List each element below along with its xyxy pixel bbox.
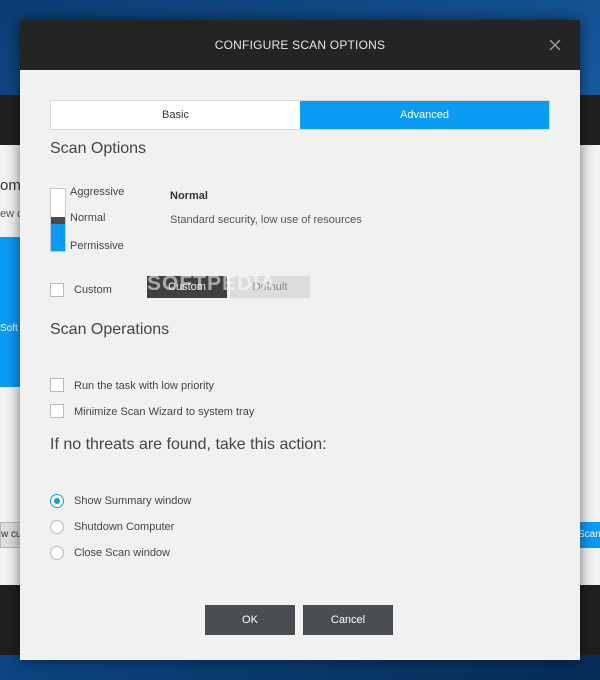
custom-button[interactable]: Custom	[147, 276, 227, 298]
tab-bar: Basic Advanced	[50, 100, 550, 130]
background-heading: om	[0, 177, 21, 194]
scan-operations-heading: Scan Operations	[50, 321, 170, 338]
close-scan-window-label: Close Scan window	[74, 547, 170, 559]
close-icon	[549, 39, 561, 51]
level-label-permissive: Permissive	[70, 240, 124, 252]
level-label-aggressive: Aggressive	[70, 186, 125, 198]
configure-scan-dialog: CONFIGURE SCAN OPTIONS Basic Advanced Sc…	[20, 20, 580, 660]
low-priority-checkbox[interactable]	[50, 378, 64, 392]
shutdown-computer-radio[interactable]	[50, 520, 64, 534]
close-button[interactable]	[544, 34, 566, 56]
default-button[interactable]: Default	[230, 276, 310, 298]
scan-level-slider[interactable]	[50, 188, 66, 252]
tab-advanced[interactable]: Advanced	[300, 101, 549, 129]
background-blue-panel-text: Soft	[0, 323, 18, 334]
level-label-normal: Normal	[70, 212, 106, 224]
low-priority-label: Run the task with low priority	[74, 380, 214, 392]
scan-level-handle[interactable]	[51, 217, 65, 224]
background-blue-panel: Soft	[0, 237, 22, 387]
selected-level-description: Standard security, low use of resources	[170, 214, 362, 226]
custom-checkbox-label: Custom	[74, 284, 112, 296]
custom-checkbox[interactable]	[50, 283, 64, 297]
background-side-panel	[578, 145, 600, 585]
minimize-tray-label: Minimize Scan Wizard to system tray	[74, 406, 255, 418]
dialog-title: CONFIGURE SCAN OPTIONS	[214, 38, 386, 52]
shutdown-computer-label: Shutdown Computer	[74, 521, 175, 533]
show-summary-radio[interactable]	[50, 494, 64, 508]
background-scan-button: Scan	[578, 522, 600, 548]
ok-button[interactable]: OK	[205, 605, 295, 635]
close-scan-window-radio[interactable]	[50, 546, 64, 560]
no-threats-heading: If no threats are found, take this actio…	[50, 436, 327, 453]
selected-level-name: Normal	[170, 190, 208, 202]
tab-basic[interactable]: Basic	[51, 101, 300, 129]
scan-options-heading: Scan Options	[50, 140, 147, 157]
minimize-tray-checkbox[interactable]	[50, 404, 64, 418]
cancel-button[interactable]: Cancel	[303, 605, 393, 635]
show-summary-label: Show Summary window	[74, 495, 192, 507]
